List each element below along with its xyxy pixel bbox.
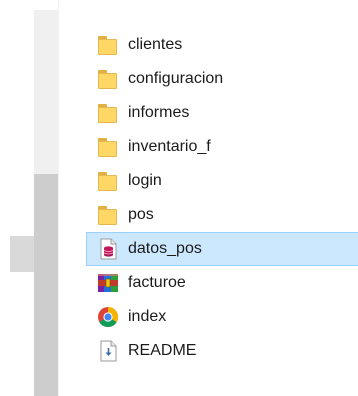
file-name: login	[128, 172, 162, 189]
database-file-icon	[97, 238, 119, 260]
folder-icon	[97, 136, 119, 158]
folder-icon	[97, 34, 119, 56]
file-item-readme[interactable]: README	[86, 334, 358, 368]
file-item-informes[interactable]: informes	[86, 96, 358, 130]
file-name: inventario_f	[128, 138, 211, 155]
file-item-index[interactable]: index	[86, 300, 358, 334]
text-file-icon	[97, 340, 119, 362]
file-item-login[interactable]: login	[86, 164, 358, 198]
file-name: clientes	[128, 36, 183, 53]
folder-icon	[97, 170, 119, 192]
file-item-pos[interactable]: pos	[86, 198, 358, 232]
file-item-datos-pos[interactable]: datos_pos	[86, 232, 358, 266]
file-item-clientes[interactable]: clientes	[86, 28, 358, 62]
nav-pane-selected-item[interactable]	[10, 236, 34, 272]
file-name: datos_pos	[128, 240, 202, 257]
nav-pane-scrollbar-thumb[interactable]	[34, 174, 58, 396]
folder-icon	[97, 204, 119, 226]
pane-divider[interactable]	[58, 0, 59, 396]
navigation-pane	[0, 0, 58, 396]
folder-icon	[97, 102, 119, 124]
folder-icon	[97, 68, 119, 90]
winrar-archive-icon	[97, 272, 119, 294]
file-item-facturoe[interactable]: facturoe	[86, 266, 358, 300]
chrome-html-icon	[97, 306, 119, 328]
file-name: pos	[128, 206, 154, 223]
file-name: index	[128, 308, 167, 325]
file-item-inventario-f[interactable]: inventario_f	[86, 130, 358, 164]
file-name: informes	[128, 104, 190, 121]
file-list: clientes configuracion informes inventar…	[86, 28, 358, 368]
file-name: README	[128, 342, 197, 359]
file-item-configuracion[interactable]: configuracion	[86, 62, 358, 96]
file-name: configuracion	[128, 70, 224, 87]
file-name: facturoe	[128, 274, 186, 291]
